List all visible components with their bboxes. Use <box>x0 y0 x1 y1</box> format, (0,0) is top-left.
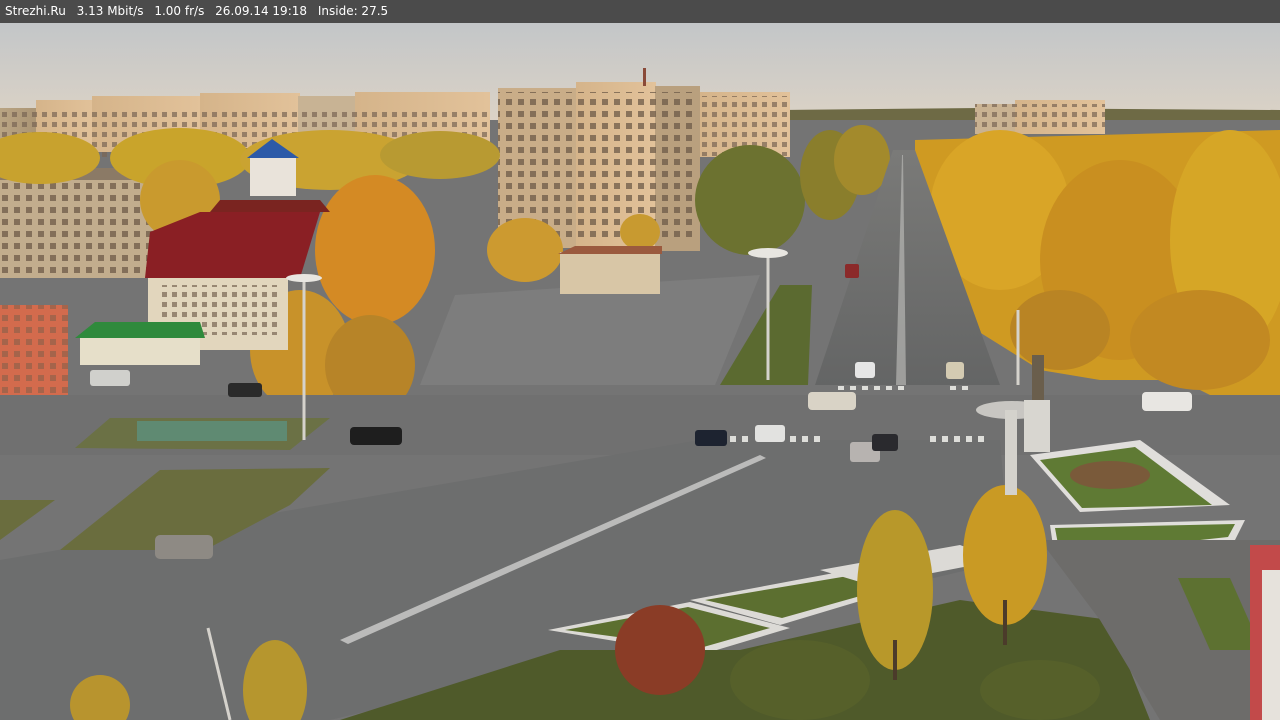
webcam-frame: Strezhi.Ru 3.13 Mbit/s 1.00 fr/s 26.09.1… <box>0 0 1280 720</box>
green-roof-kiosk <box>75 322 205 365</box>
overlay-inside-temp: Inside: 27.5 <box>317 4 389 18</box>
storefront-sign <box>1262 570 1280 720</box>
camera-overlay-bar: Strezhi.Ru 3.13 Mbit/s 1.00 fr/s 26.09.1… <box>0 0 1280 23</box>
right-distant-building <box>975 100 1105 134</box>
street-scene-image <box>0 23 1280 720</box>
overlay-site: Strezhi.Ru <box>5 4 66 18</box>
overlay-bitrate: 3.13 Mbit/s <box>76 4 144 18</box>
overlay-datetime: 26.09.14 19:18 <box>215 4 308 18</box>
overlay-framerate: 1.00 fr/s <box>154 4 205 18</box>
left-apartment-block <box>0 168 160 278</box>
small-pavilion <box>560 252 660 294</box>
lawn-sign <box>137 421 287 441</box>
